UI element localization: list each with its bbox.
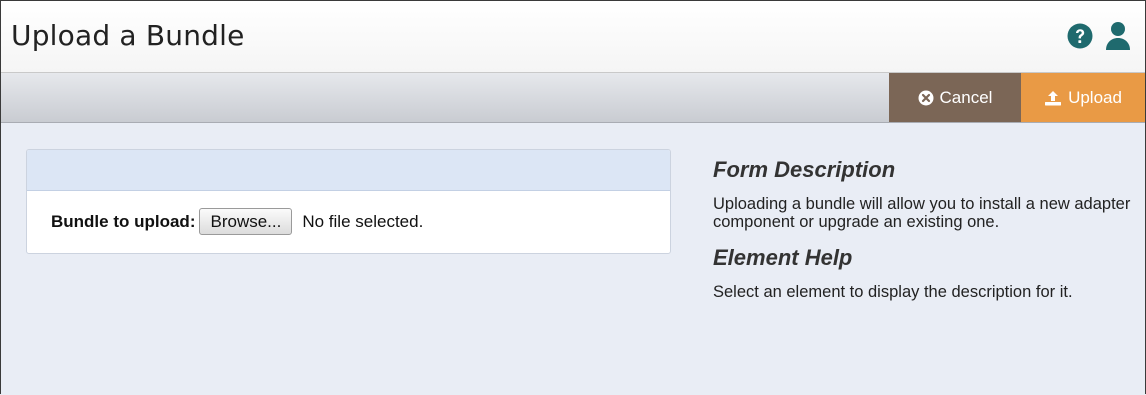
question-circle-icon[interactable]	[1067, 23, 1093, 49]
action-toolbar: Cancel Upload	[1, 73, 1145, 123]
element-help-text: Select an element to display the descrip…	[713, 283, 1073, 301]
upload-form-card: Bundle to upload: Browse... No file sele…	[26, 149, 671, 254]
bundle-field-label: Bundle to upload:	[51, 211, 196, 231]
file-status-text: No file selected.	[302, 211, 424, 231]
times-circle-icon	[918, 90, 934, 105]
page-title: Upload a Bundle	[11, 19, 245, 52]
form-description-heading: Form Description	[713, 157, 896, 182]
upload-button-label: Upload	[1068, 87, 1122, 107]
user-icon[interactable]	[1105, 21, 1131, 51]
upload-icon	[1045, 90, 1062, 105]
cancel-button[interactable]: Cancel	[889, 73, 1021, 122]
title-bar: Upload a Bundle	[1, 1, 1145, 73]
browse-button[interactable]: Browse...	[199, 208, 293, 235]
form-card-header	[27, 150, 670, 191]
help-panel: Form Description Uploading a bundle will…	[713, 157, 1133, 315]
bundle-file-field: Bundle to upload: Browse... No file sele…	[51, 208, 423, 235]
cancel-button-label: Cancel	[939, 87, 993, 107]
upload-button[interactable]: Upload	[1021, 73, 1145, 122]
element-help-heading: Element Help	[713, 245, 853, 270]
app-window: Upload a Bundle Cancel Upload Bundle to …	[0, 0, 1146, 394]
form-description-text: Uploading a bundle will allow you to ins…	[713, 195, 1131, 231]
